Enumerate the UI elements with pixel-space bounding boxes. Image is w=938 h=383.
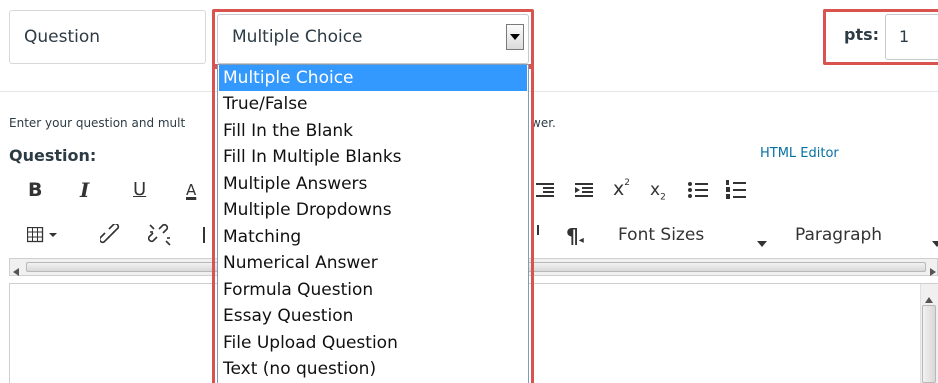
option-fill-in-the-blank[interactable]: Fill In the Blank [219, 118, 527, 144]
option-numerical-answer[interactable]: Numerical Answer [219, 250, 527, 276]
font-sizes-dropdown[interactable]: Font Sizes [618, 225, 704, 245]
subscript-mark: 2 [660, 192, 666, 203]
indent-button[interactable] [575, 182, 593, 203]
bold-button[interactable]: B [28, 179, 42, 201]
option-essay-question[interactable]: Essay Question [219, 303, 527, 329]
vertical-scrollbar-thumb[interactable] [922, 305, 936, 383]
question-type-options-list[interactable]: Multiple Choice True/False Fill In the B… [217, 64, 529, 383]
unlink-icon [147, 223, 171, 246]
numbered-list-icon [726, 180, 746, 199]
link-icon [98, 222, 120, 244]
numbered-list-button[interactable] [726, 180, 746, 204]
points-input[interactable]: 1 [885, 14, 938, 60]
bullet-list-icon [688, 182, 708, 198]
superscript-base: x [613, 178, 625, 200]
italic-button[interactable]: I [80, 178, 89, 202]
question-type-selected-value: Multiple Choice [232, 27, 363, 47]
paragraph-chevron-icon [932, 234, 938, 252]
option-file-upload-question[interactable]: File Upload Question [219, 330, 527, 356]
option-text-no-question[interactable]: Text (no question) [219, 356, 527, 382]
superscript-mark: 2 [624, 178, 630, 188]
paragraph-dropdown[interactable]: Paragraph [795, 225, 882, 245]
html-editor-link[interactable]: HTML Editor [760, 146, 839, 161]
outdent-button[interactable] [536, 182, 554, 203]
scroll-right-icon[interactable] [930, 263, 936, 281]
unlink-button[interactable] [147, 223, 172, 252]
option-multiple-dropdowns[interactable]: Multiple Dropdowns [219, 197, 527, 223]
show-blocks-button[interactable]: ¶◂ [566, 224, 584, 248]
points-label: pts: [844, 25, 880, 44]
bullet-list-button[interactable] [688, 181, 708, 204]
subscript-base: x [650, 180, 661, 200]
scroll-left-icon[interactable] [13, 263, 19, 281]
outdent-icon [536, 183, 554, 197]
font-sizes-chevron-icon [757, 234, 767, 252]
question-label: Question: [9, 146, 97, 165]
option-multiple-answers[interactable]: Multiple Answers [219, 171, 527, 197]
pilcrow-arrow-icon: ◂ [578, 235, 584, 246]
option-fill-in-multiple-blanks[interactable]: Fill In Multiple Blanks [219, 144, 527, 170]
question-type-dropdown-button[interactable] [506, 24, 524, 50]
option-true-false[interactable]: True/False [219, 91, 527, 117]
table-icon [26, 226, 57, 243]
subscript-button[interactable]: x2 [650, 180, 666, 202]
underline-button[interactable]: U [133, 179, 146, 200]
superscript-button[interactable]: x2 [613, 178, 630, 200]
option-multiple-choice[interactable]: Multiple Choice [219, 65, 527, 91]
instructions-text-end: wer. [531, 116, 556, 130]
triangle-down-icon [510, 34, 520, 40]
option-formula-question[interactable]: Formula Question [219, 277, 527, 303]
option-matching[interactable]: Matching [219, 224, 527, 250]
font-color-button[interactable]: A [186, 181, 196, 199]
question-title-input[interactable]: Question [9, 10, 206, 64]
pilcrow-icon: ¶ [566, 224, 579, 248]
table-button[interactable] [26, 226, 61, 248]
link-button[interactable] [98, 222, 122, 251]
indent-icon [575, 183, 593, 197]
instructions-text-start: Enter your question and mult [9, 116, 186, 130]
